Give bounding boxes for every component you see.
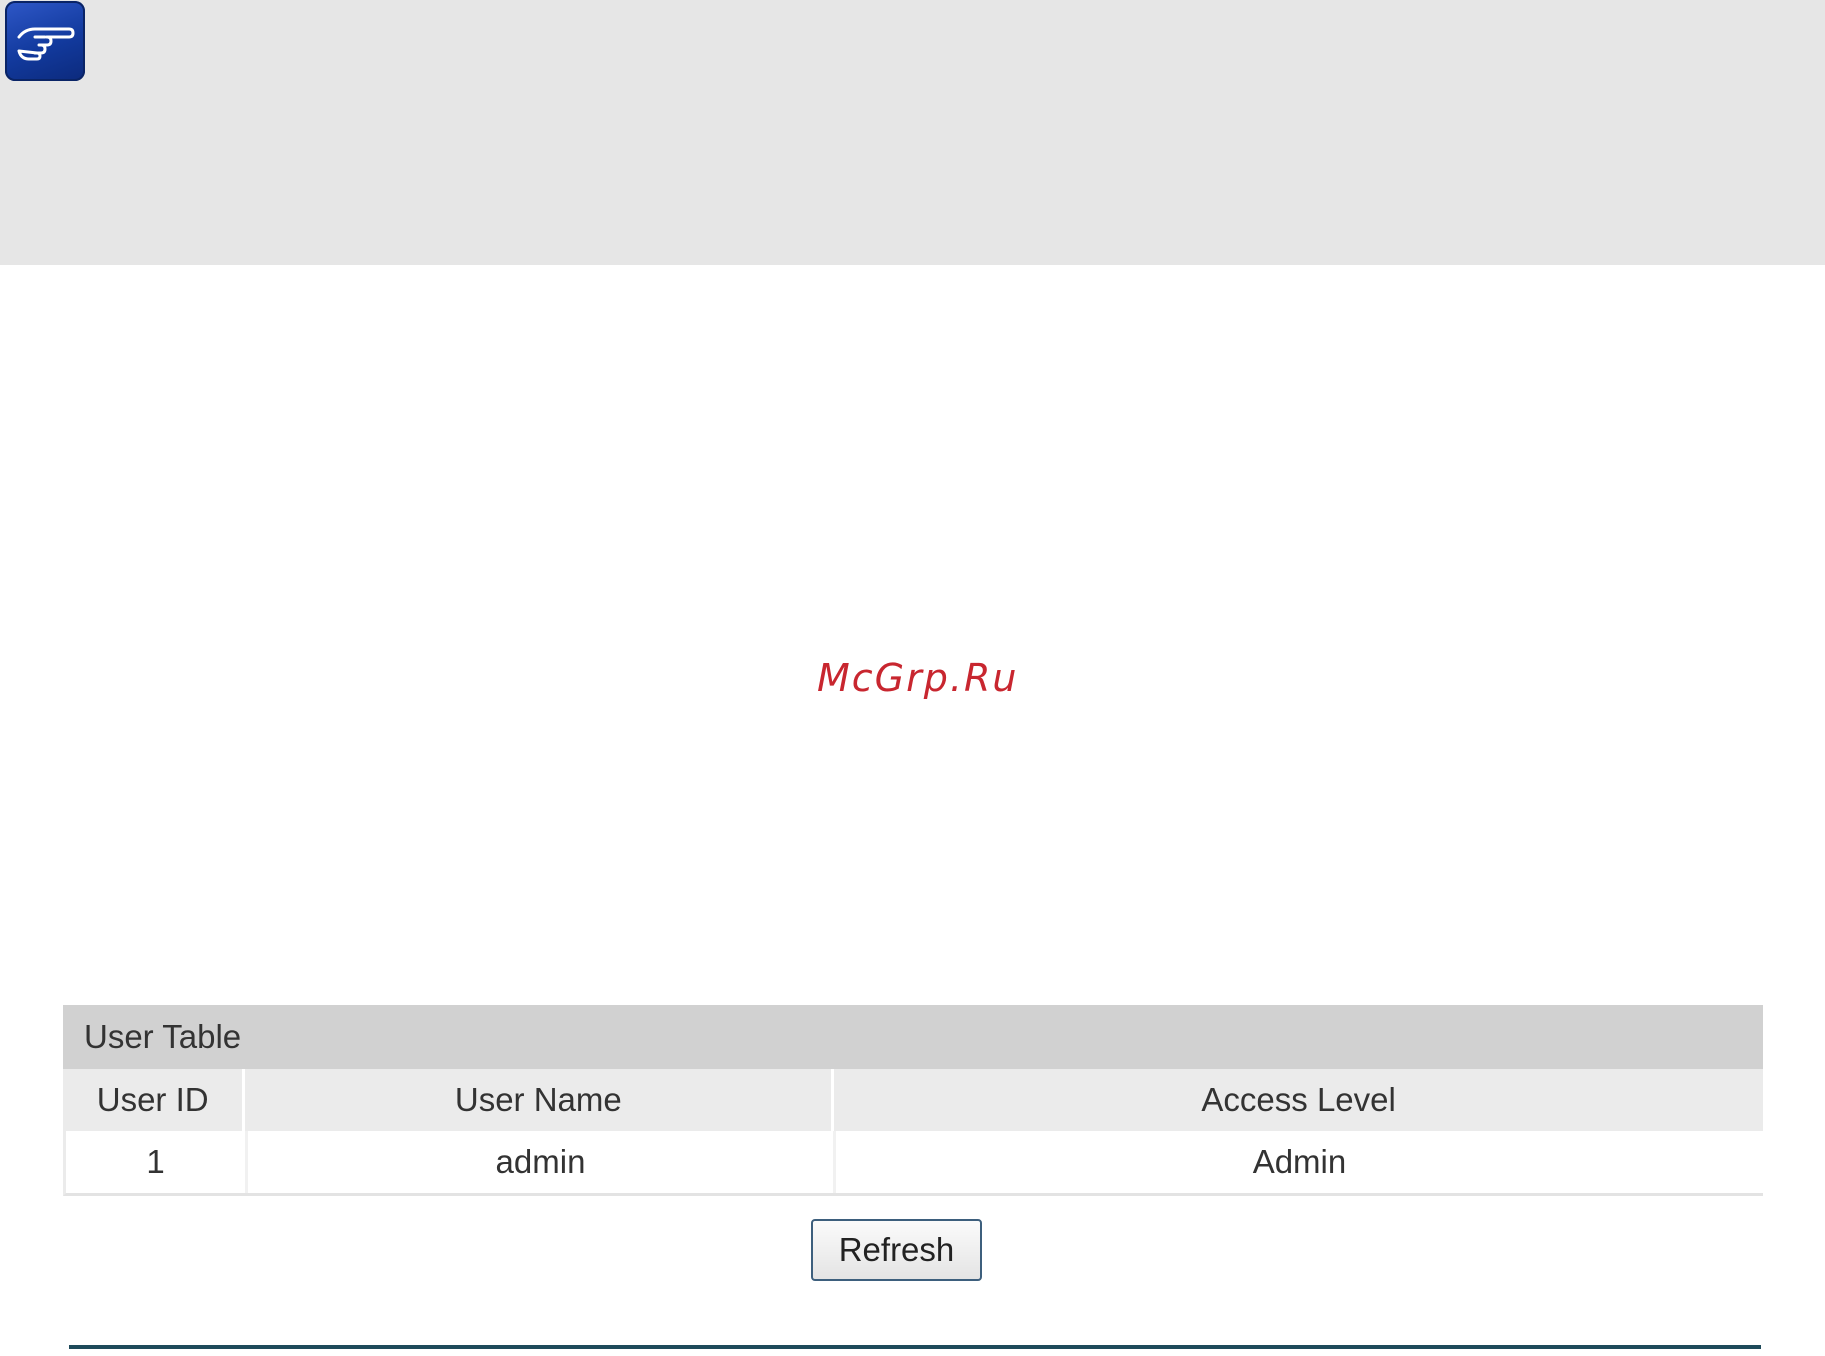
column-header-user-id: User ID: [63, 1069, 246, 1131]
cell-user-id: 1: [66, 1131, 249, 1193]
bottom-divider: [69, 1345, 1761, 1349]
cell-user-name: admin: [248, 1131, 836, 1193]
pointing-hand-icon: [5, 1, 85, 81]
column-header-user-name: User Name: [245, 1069, 835, 1131]
column-header-access-level: Access Level: [1201, 1081, 1396, 1118]
user-table: User Table User ID User Name Access Leve…: [63, 1005, 1763, 1196]
table-header-row: User ID User Name Access Level: [63, 1069, 1763, 1131]
note-panel: [0, 0, 1825, 265]
table-title: User Table: [63, 1005, 1763, 1069]
watermark-text: McGrp.Ru: [817, 656, 1019, 700]
cell-access-level: Admin: [1252, 1143, 1347, 1180]
table-row: 1 admin Admin: [63, 1131, 1763, 1196]
page: McGrp.Ru User Table User ID User Name Ac…: [0, 0, 1825, 1356]
refresh-button[interactable]: Refresh: [811, 1219, 982, 1281]
